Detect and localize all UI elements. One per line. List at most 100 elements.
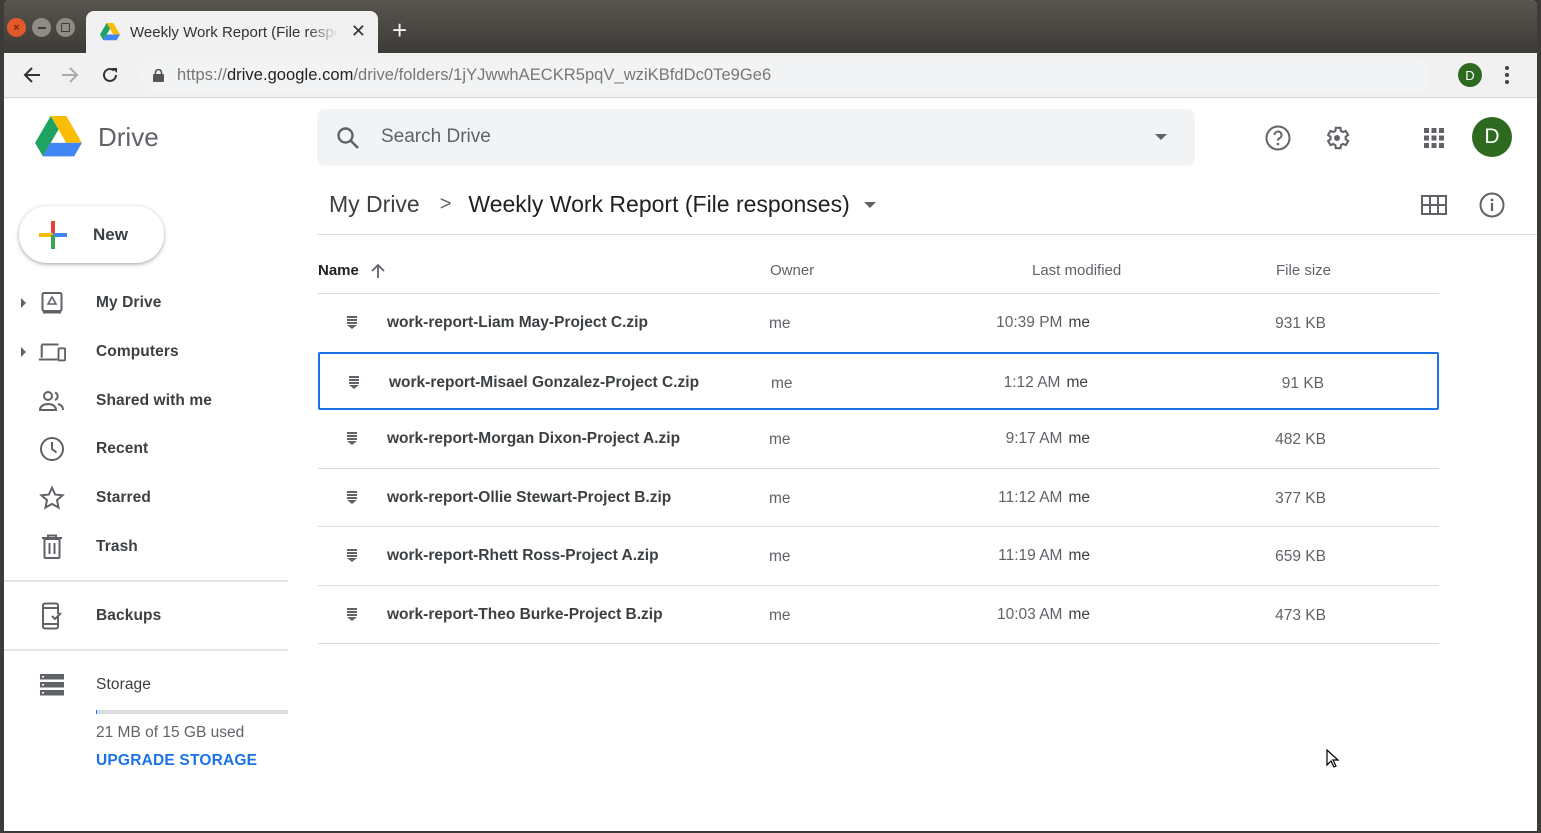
file-name: work-report-Ollie Stewart-Project B.zip: [387, 488, 672, 506]
sidebar-nav: My Drive Computers Shared with me Recent…: [4, 279, 288, 571]
zip-file-icon: [347, 316, 357, 329]
url-scheme: https://: [177, 66, 227, 84]
file-size: 377 KB: [1275, 489, 1326, 507]
grid-view-icon[interactable]: [1421, 195, 1447, 215]
breadcrumb-current-folder[interactable]: Weekly Work Report (File responses): [468, 191, 849, 218]
zip-file-icon: [347, 607, 357, 621]
sidebar-divider: [4, 649, 288, 651]
zip-file-icon: [349, 375, 359, 389]
browser-tab-active[interactable]: Weekly Work Report (File responses) - Go…: [86, 11, 378, 53]
modified-time: 11:12 AM: [998, 488, 1063, 506]
arrow-right-icon: [62, 67, 79, 83]
browser-toolbar: https://drive.google.com/drive/folders/1…: [4, 53, 1537, 98]
mouse-cursor-icon: [1326, 749, 1340, 768]
folder-menu-dropdown-icon[interactable]: [863, 201, 876, 208]
sidebar-item-my-drive[interactable]: My Drive: [4, 279, 288, 328]
plus-icon: [39, 220, 67, 249]
file-size: 931 KB: [1275, 315, 1326, 332]
drive-logo-icon: [35, 116, 82, 157]
app-name: Drive: [98, 121, 159, 152]
window-minimize-button[interactable]: [32, 18, 51, 37]
new-button[interactable]: New: [19, 206, 164, 263]
clock-icon: [38, 435, 66, 463]
title-bar: × Weekly Work Report (File responses) - …: [4, 0, 1537, 53]
tab-close-icon[interactable]: ✕: [351, 21, 366, 42]
browser-menu-icon[interactable]: [1504, 65, 1510, 85]
help-icon[interactable]: [1265, 125, 1291, 151]
file-owner: me: [771, 374, 793, 392]
drive-app: Drive D New My Dr: [4, 99, 1537, 831]
search-input[interactable]: [381, 123, 1141, 151]
breadcrumb-root[interactable]: My Drive: [329, 191, 420, 218]
file-row[interactable]: work-report-Misael Gonzalez-Project C.zi…: [318, 351, 1439, 410]
search-bar[interactable]: [317, 109, 1195, 166]
sidebar-item-shared-with-me[interactable]: Shared with me: [4, 376, 288, 425]
sidebar-item-starred[interactable]: Starred: [4, 474, 288, 523]
file-last-modified: 9:17 AM me: [1006, 430, 1090, 448]
sidebar-item-label: Recent: [96, 440, 149, 458]
file-row[interactable]: work-report-Theo Burke-Project B.zip me …: [318, 586, 1439, 644]
file-rows: work-report-Liam May-Project C.zip me 10…: [318, 294, 1439, 644]
lock-icon: [153, 69, 164, 82]
storage-icon: [38, 671, 66, 699]
url-text: https://drive.google.com/drive/folders/1…: [177, 66, 771, 85]
backups-phone-icon: [38, 602, 66, 630]
file-row[interactable]: work-report-Liam May-Project C.zip me 10…: [318, 294, 1439, 353]
file-size: 482 KB: [1275, 431, 1326, 448]
expand-caret-icon[interactable]: [21, 298, 26, 309]
drive-logo[interactable]: Drive: [35, 116, 159, 158]
file-last-modified: 11:12 AM me: [998, 489, 1090, 507]
apps-grid-icon[interactable]: [1424, 128, 1444, 148]
file-last-modified: 11:19 AM me: [998, 547, 1090, 565]
column-header-file-size[interactable]: File size: [1276, 262, 1331, 279]
file-name: work-report-Rhett Ross-Project A.zip: [387, 547, 659, 564]
settings-gear-icon[interactable]: [1323, 124, 1351, 152]
sidebar-divider: [4, 580, 288, 582]
file-size: 659 KB: [1275, 548, 1326, 565]
sidebar-item-trash[interactable]: Trash: [4, 522, 288, 571]
storage-usage-bar: [96, 710, 288, 714]
arrow-left-icon: [23, 67, 40, 83]
file-name: work-report-Liam May-Project C.zip: [387, 314, 648, 331]
file-owner: me: [769, 431, 791, 448]
file-owner: me: [769, 548, 791, 565]
modified-by: me: [1068, 547, 1090, 564]
modified-time: 1:12 AM: [1003, 373, 1061, 391]
new-tab-button[interactable]: +: [392, 15, 407, 46]
account-avatar[interactable]: D: [1472, 117, 1512, 157]
expand-caret-icon[interactable]: [21, 347, 26, 358]
search-options-dropdown-icon[interactable]: [1155, 134, 1167, 140]
my-drive-icon: [38, 289, 66, 317]
file-owner: me: [769, 315, 791, 332]
upgrade-storage-link[interactable]: UPGRADE STORAGE: [96, 752, 257, 770]
column-header-owner[interactable]: Owner: [770, 262, 814, 279]
column-header-name[interactable]: Name: [318, 262, 385, 279]
file-row[interactable]: work-report-Ollie Stewart-Project B.zip …: [318, 469, 1439, 527]
modified-time: 10:03 AM: [996, 605, 1063, 623]
window-close-button[interactable]: ×: [7, 18, 26, 37]
sidebar-item-recent[interactable]: Recent: [4, 425, 288, 474]
file-last-modified: 1:12 AM me: [1004, 374, 1088, 392]
modified-by: me: [1066, 373, 1088, 391]
sidebar-item-label: Starred: [96, 489, 151, 507]
reload-button[interactable]: [98, 63, 122, 87]
browser-profile-avatar[interactable]: D: [1458, 63, 1482, 87]
url-path: /drive/folders/1jYJwwhAECKR5pqV_wziKBfdD…: [353, 66, 772, 84]
browser-window: × Weekly Work Report (File responses) - …: [4, 0, 1537, 831]
info-icon[interactable]: [1479, 192, 1505, 218]
address-bar[interactable]: https://drive.google.com/drive/folders/1…: [140, 58, 1430, 93]
forward-button[interactable]: [58, 63, 82, 87]
window-maximize-button[interactable]: [56, 18, 75, 37]
modified-by: me: [1068, 605, 1090, 623]
sidebar-item-computers[interactable]: Computers: [4, 328, 288, 377]
search-icon[interactable]: [336, 126, 360, 150]
sidebar-item-storage[interactable]: Storage: [4, 661, 288, 710]
file-size: 473 KB: [1275, 606, 1326, 624]
column-header-last-modified[interactable]: Last modified: [1032, 262, 1121, 279]
back-button[interactable]: [20, 63, 44, 87]
file-row[interactable]: work-report-Rhett Ross-Project A.zip me …: [318, 527, 1439, 586]
file-row[interactable]: work-report-Morgan Dixon-Project A.zip m…: [318, 410, 1439, 469]
file-size: 91 KB: [1281, 374, 1324, 392]
sidebar-item-backups[interactable]: Backups: [4, 592, 288, 641]
sort-ascending-arrow-icon[interactable]: [371, 263, 385, 279]
